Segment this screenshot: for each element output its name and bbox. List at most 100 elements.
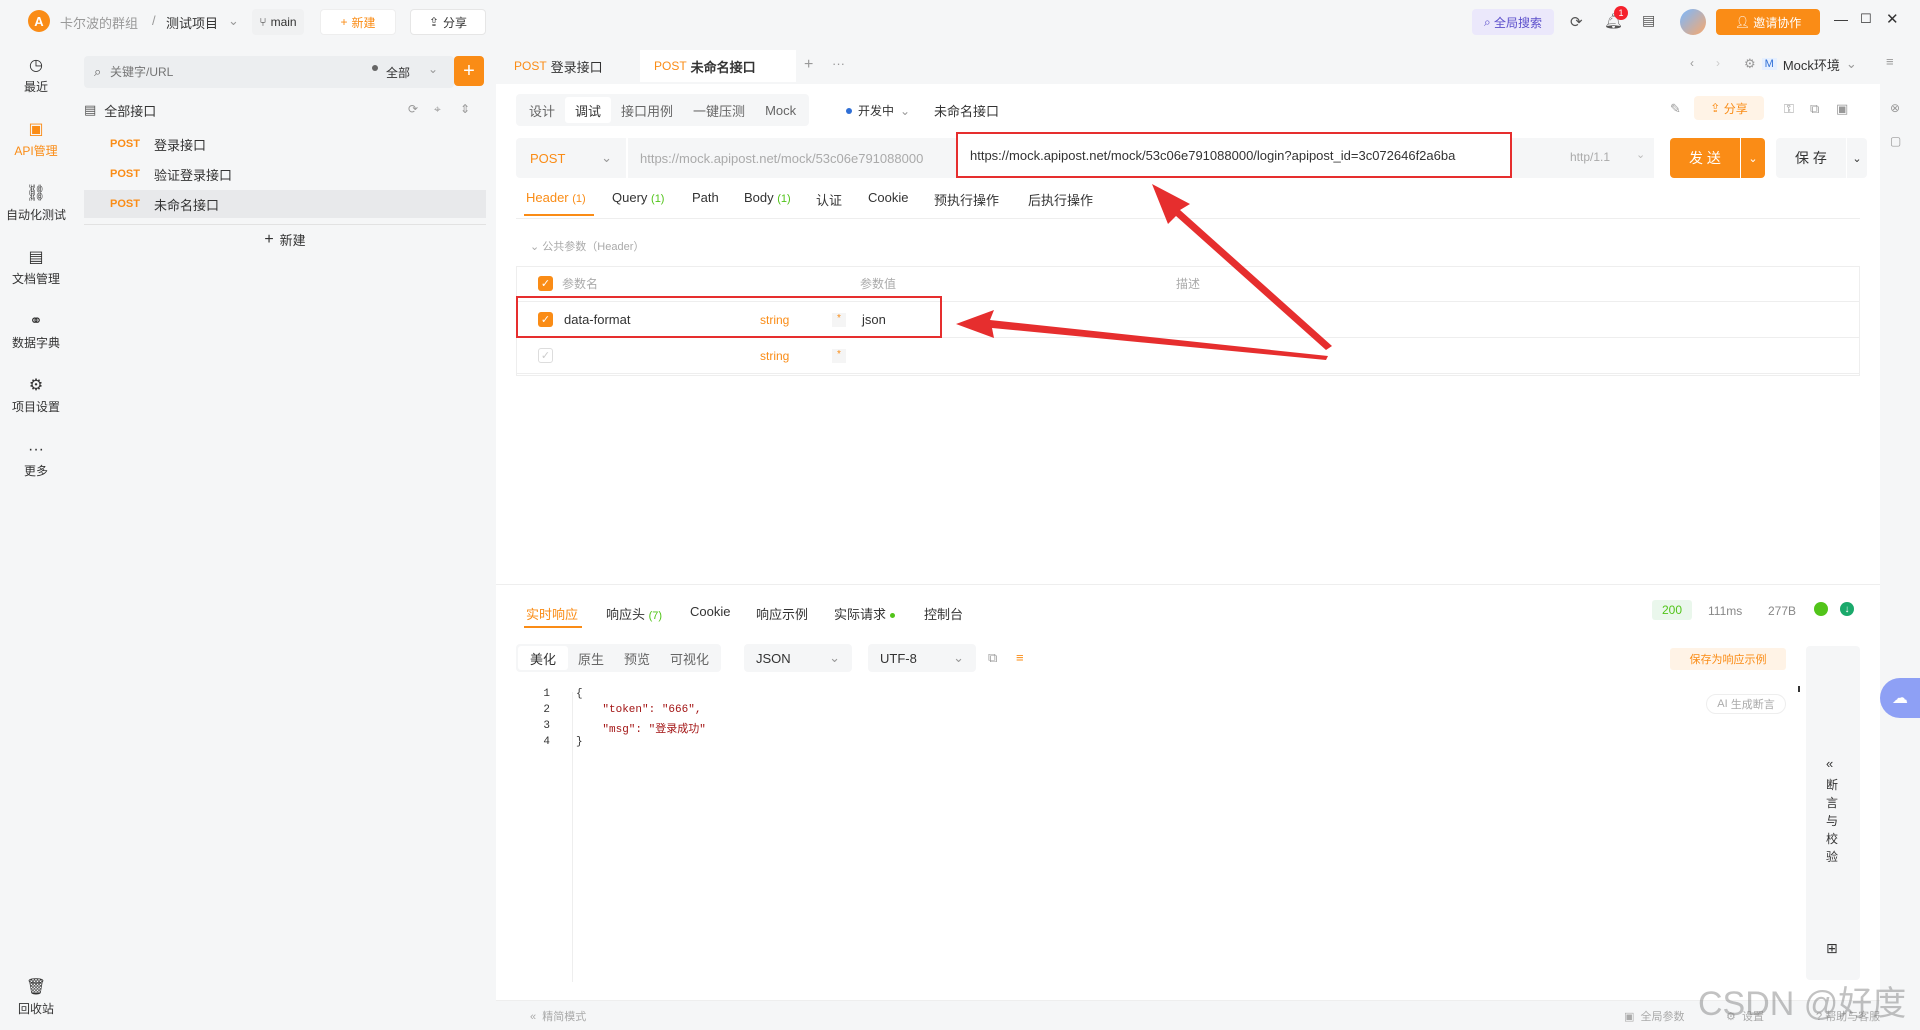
param-tab-path[interactable]: Path — [692, 190, 719, 205]
copy-icon[interactable]: ⧉ — [1810, 101, 1819, 117]
sidebar-item-more[interactable]: ··· 更多 — [0, 432, 72, 488]
subtab-stress[interactable]: 一键压测 — [683, 97, 755, 123]
view-preview[interactable]: 预览 — [614, 646, 660, 670]
doc-list-icon[interactable]: ▤ — [1642, 12, 1655, 29]
project-name[interactable]: 测试项目 — [166, 13, 218, 32]
api-name[interactable]: 未命名接口 — [934, 101, 999, 120]
wrap-icon[interactable]: ≡ — [1016, 650, 1024, 665]
tab-prev-icon[interactable]: ‹ — [1690, 56, 1694, 70]
tab-more-icon[interactable]: ··· — [832, 56, 845, 71]
lock-icon[interactable]: ⚿ — [1784, 101, 1794, 117]
row-checkbox[interactable]: ✓ — [538, 348, 553, 363]
refresh-icon[interactable]: ⟳ — [1570, 13, 1583, 31]
minimize-icon[interactable]: — — [1834, 11, 1848, 27]
required-icon[interactable]: * — [832, 348, 846, 363]
tree-new-button[interactable]: + 新建 — [84, 224, 486, 254]
resp-tab-cookie[interactable]: Cookie — [690, 604, 730, 619]
share-button[interactable]: ⇪ 分享 — [410, 9, 486, 35]
tree-root[interactable]: ▤ 全部接口 — [84, 96, 486, 124]
request-tab[interactable]: POST 登录接口 — [500, 50, 617, 82]
expand-icon[interactable]: « — [1826, 756, 1833, 771]
resp-tab-actual[interactable]: 实际请求 — [834, 604, 895, 623]
view-visual[interactable]: 可视化 — [660, 646, 719, 670]
subtab-design[interactable]: 设计 — [519, 97, 565, 123]
sidebar-item-recent[interactable]: ◷ 最近 — [0, 48, 72, 104]
tree-item[interactable]: POST 登录接口 — [84, 130, 486, 158]
menu-icon[interactable]: ≡ — [1886, 54, 1894, 69]
param-tab-body[interactable]: Body (1) — [744, 190, 791, 205]
layout-icon[interactable]: ⊞ — [1826, 940, 1838, 957]
share-api-button[interactable]: ⇪ 分享 — [1694, 96, 1764, 120]
filter-dot — [372, 65, 378, 71]
param-tab-query[interactable]: Query (1) — [612, 190, 664, 205]
status-selector[interactable]: 开发中 ⌄ — [846, 102, 910, 119]
resp-tab-realtime[interactable]: 实时响应 — [526, 604, 578, 623]
locate-icon[interactable]: ⌖ — [434, 102, 441, 117]
sidebar-item-trash[interactable]: 🗑︎ 回收站 — [0, 970, 72, 1026]
project-dropdown-icon[interactable]: ⌄ — [228, 13, 239, 29]
new-button[interactable]: + 新建 — [320, 9, 396, 35]
tree-search-input[interactable] — [110, 62, 350, 82]
format-select[interactable]: JSON ⌄ — [744, 644, 852, 672]
subtab-debug[interactable]: 调试 — [565, 97, 612, 123]
tree-filter-select[interactable]: 全部 — [386, 64, 410, 81]
tab-next-icon[interactable]: › — [1716, 56, 1720, 70]
tree-item[interactable]: POST 验证登录接口 — [84, 160, 486, 188]
view-raw[interactable]: 原生 — [568, 646, 614, 670]
global-search-button[interactable]: ⌕ 全局搜索 — [1472, 9, 1554, 35]
close-icon[interactable]: ✕ — [1886, 10, 1899, 28]
resp-tab-headers[interactable]: 响应头 (7) — [606, 604, 662, 623]
subtab-mock[interactable]: Mock — [755, 97, 806, 123]
param-tab-cookie[interactable]: Cookie — [868, 190, 908, 205]
request-tab-active[interactable]: POST 未命名接口 — [640, 50, 796, 82]
tree-item-active[interactable]: POST 未命名接口 — [84, 190, 486, 218]
response-body[interactable]: 1{ 2 "token": "666", 3 "msg": "登录成功" 4} — [516, 688, 1786, 980]
new-tab-icon[interactable]: + — [804, 56, 813, 74]
method-select[interactable]: POST ⌄ — [516, 138, 626, 178]
maximize-icon[interactable]: ☐ — [1860, 11, 1872, 27]
save-options-icon[interactable]: ⌄ — [1847, 138, 1867, 178]
floating-assistant-icon[interactable]: ☁ — [1880, 678, 1920, 718]
app-logo-icon[interactable]: A — [28, 10, 50, 32]
env-selector[interactable]: ⚙ M Mock环境 ⌄ — [1744, 54, 1857, 74]
add-api-button[interactable]: + — [454, 56, 484, 86]
branch-selector[interactable]: ⑂ main — [252, 9, 304, 35]
global-params-button[interactable]: ▣ 全局参数 — [1624, 1008, 1685, 1024]
protocol-select[interactable]: http/1.1 — [1570, 150, 1610, 164]
view-beautify[interactable]: 美化 — [518, 646, 569, 670]
invite-button[interactable]: 👤︎ 邀请协作 — [1716, 9, 1820, 35]
param-type[interactable]: string — [760, 349, 789, 363]
chevron-down-icon[interactable]: ⌄ — [428, 62, 438, 76]
edit-icon[interactable]: ✎ — [1670, 101, 1681, 117]
resp-tab-example[interactable]: 响应示例 — [756, 604, 808, 623]
public-params-toggle[interactable]: ⌄ 公共参数（Header） — [530, 238, 644, 254]
sidebar-item-settings[interactable]: ⚙ 项目设置 — [0, 368, 72, 424]
sync-icon[interactable]: ⟳ — [408, 102, 418, 116]
save-disk-icon[interactable]: ▣ — [1836, 101, 1848, 117]
param-tab-auth[interactable]: 认证 — [816, 190, 842, 209]
team-name[interactable]: 卡尔波的群组 — [60, 13, 138, 32]
send-button[interactable]: 发 送 — [1670, 138, 1740, 178]
right-panel-icon[interactable]: ⊗ — [1890, 101, 1900, 115]
select-all-checkbox[interactable]: ✓ — [538, 276, 553, 291]
subtab-cases[interactable]: 接口用例 — [611, 97, 683, 123]
sidebar-item-dict[interactable]: ⚭ 数据字典 — [0, 304, 72, 360]
avatar[interactable] — [1680, 9, 1706, 35]
globe-icon[interactable] — [1814, 602, 1828, 616]
copy-icon[interactable]: ⧉ — [988, 650, 997, 666]
chevron-down-icon[interactable]: ⌄ — [1636, 148, 1645, 161]
collapse-icon[interactable]: ⇕ — [460, 102, 470, 116]
save-button[interactable]: 保 存 — [1776, 138, 1846, 178]
sidebar-item-api[interactable]: ▣ API管理 — [0, 112, 72, 168]
resp-tab-console[interactable]: 控制台 — [924, 604, 963, 623]
right-panel-icon-2[interactable]: ▢ — [1890, 134, 1901, 148]
send-options-icon[interactable]: ⌄ — [1741, 138, 1765, 178]
save-as-example-button[interactable]: 保存为响应示例 — [1670, 648, 1786, 670]
sidebar-item-docs[interactable]: ▤ 文档管理 — [0, 240, 72, 296]
simple-mode-toggle[interactable]: « 精简模式 — [530, 1008, 586, 1024]
param-tab-header[interactable]: Header (1) — [526, 190, 586, 205]
encoding-select[interactable]: UTF-8 ⌄ — [868, 644, 976, 672]
sidebar-item-autotest[interactable]: ⛓ 自动化测试 — [0, 176, 72, 232]
download-icon[interactable]: ↓ — [1840, 602, 1854, 616]
generate-assert-button[interactable]: AI 生成断言 — [1706, 694, 1786, 714]
